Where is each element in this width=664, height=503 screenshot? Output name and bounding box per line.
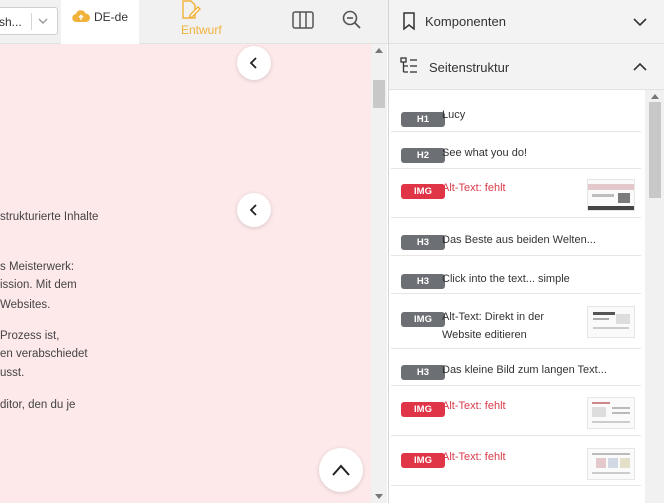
content-text: s Meisterwerk: (0, 261, 75, 273)
structure-item[interactable]: IMG Alt-Text: fehlt (391, 169, 641, 218)
structure-item[interactable]: IMG Alt-Text: fehlt (391, 386, 641, 436)
cloud-upload-icon (72, 10, 90, 23)
editor-toolbar: sh... DE-de Entwurf (0, 0, 388, 44)
page-preview[interactable]: strukturierte Inhalte s Meisterwerk: iss… (0, 44, 371, 503)
structure-item[interactable]: H3 Das Beste aus beiden Welten... (391, 218, 641, 256)
structure-item-label: Das kleine Bild zum langen Text... (442, 364, 607, 376)
image-thumbnail (587, 306, 635, 338)
image-thumbnail (587, 397, 635, 429)
components-header[interactable]: Komponenten (389, 0, 664, 44)
tag-badge: IMG (401, 312, 445, 327)
collapse-left-button-secondary[interactable] (237, 193, 271, 227)
structure-item[interactable]: H2 See what you do! (391, 132, 641, 169)
structure-item-label: Lucy (442, 109, 466, 121)
structure-item-label: Alt-Text: fehlt (442, 451, 506, 463)
language-tab[interactable]: DE-de (61, 0, 139, 44)
content-text: ission. Mit dem (0, 279, 77, 291)
structure-item-label: Das Beste aus beiden Welten... (442, 234, 596, 246)
structure-item[interactable]: H1 Lucy (391, 100, 641, 132)
structure-item-label: Alt-Text: Direkt in der Website editiere… (442, 311, 545, 341)
structure-item[interactable]: H3 Click into the text... simple (391, 256, 641, 294)
scroll-up-arrow-icon[interactable] (375, 48, 383, 53)
tag-badge: H3 (401, 235, 445, 250)
image-thumbnail (587, 448, 635, 480)
structure-item-label: Alt-Text: fehlt (442, 182, 506, 194)
bookmark-icon (403, 12, 415, 31)
components-title: Komponenten (425, 14, 506, 29)
tag-badge: IMG (401, 184, 445, 199)
tag-badge: H3 (401, 274, 445, 289)
columns-icon[interactable] (290, 9, 316, 31)
side-panel: Komponenten Seitenstruktur H1 Lucy H2 Se… (388, 0, 664, 503)
image-thumbnail (587, 179, 635, 211)
tag-badge: H2 (401, 148, 445, 163)
content-text: strukturierte Inhalte (0, 211, 99, 223)
chevron-down-icon[interactable] (631, 13, 649, 31)
page-select[interactable]: sh... (0, 7, 58, 35)
draft-label: Entwurf (181, 23, 222, 37)
structure-header[interactable]: Seitenstruktur (389, 44, 664, 90)
draft-button[interactable]: Entwurf (172, 0, 232, 44)
structure-item-label: Click into the text... simple (442, 273, 570, 285)
structure-item[interactable]: IMG Alt-Text: Direkt in der Website edit… (391, 294, 641, 349)
content-text: Prozess ist, (0, 330, 60, 342)
editor-pane: sh... DE-de Entwurf strukturierte Inhalt… (0, 0, 388, 503)
tag-badge: H1 (401, 112, 445, 127)
page-select-value: sh... (0, 15, 22, 29)
chevron-left-icon (249, 57, 257, 69)
scroll-up-arrow-icon[interactable] (651, 94, 659, 99)
structure-item[interactable]: H3 Das kleine Bild zum langen Text... (391, 349, 641, 386)
structure-item[interactable]: IMG Alt-Text: fehlt (391, 436, 641, 486)
structure-item-label: Alt-Text: fehlt (442, 400, 506, 412)
scrollbar-thumb[interactable] (649, 102, 661, 198)
structure-item-label: See what you do! (442, 147, 528, 159)
collapse-left-button[interactable] (237, 46, 271, 80)
content-text: en verabschiedet (0, 348, 88, 360)
chevron-left-icon (249, 204, 257, 216)
scroll-down-arrow-icon[interactable] (375, 494, 383, 499)
structure-title: Seitenstruktur (429, 60, 510, 75)
panel-scrollbar[interactable] (645, 90, 664, 503)
page-structure-list: H1 Lucy H2 See what you do! IMG Alt-Text… (389, 90, 649, 503)
editor-scrollbar[interactable] (371, 44, 387, 503)
scrollbar-thumb[interactable] (373, 80, 385, 108)
chevron-up-icon (332, 464, 350, 476)
content-text: Websites. (0, 299, 51, 311)
content-text: usst. (0, 367, 25, 379)
tag-badge: IMG (401, 453, 445, 468)
chevron-up-icon[interactable] (631, 58, 649, 76)
content-text: ditor, den du je (0, 399, 76, 411)
language-label: DE-de (94, 10, 129, 24)
edit-icon (182, 0, 201, 19)
zoom-out-icon[interactable] (340, 8, 364, 32)
chevron-down-icon[interactable] (36, 14, 50, 28)
tag-badge: H3 (401, 365, 445, 380)
select-divider (31, 13, 32, 30)
tree-structure-icon (400, 57, 417, 73)
scroll-to-top-button[interactable] (319, 448, 363, 492)
tag-badge: IMG (401, 402, 445, 417)
